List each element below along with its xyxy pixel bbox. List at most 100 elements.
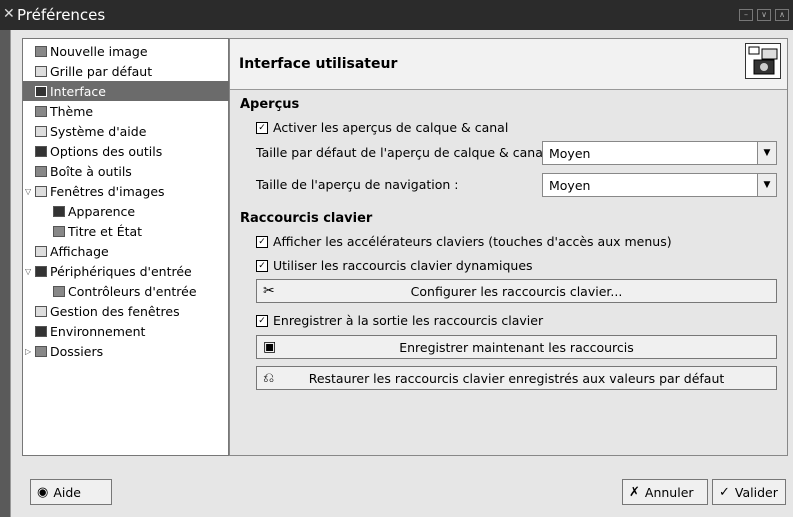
content-panel: Interface utilisateur Aperçus ✓ Activer …	[229, 38, 788, 456]
dynamic-shortcuts-checkbox[interactable]: ✓ Utiliser les raccourcis clavier dynami…	[256, 258, 533, 273]
layer-preview-size-combo[interactable]: Moyen ▼	[542, 141, 777, 165]
show-accelerators-label: Afficher les accélérateurs claviers (tou…	[273, 234, 672, 249]
tree-item-label: Gestion des fenêtres	[50, 303, 180, 319]
new-image-icon	[35, 45, 47, 57]
configure-shortcuts-label: Configurer les raccourcis clavier...	[410, 284, 623, 299]
layer-preview-size-label: Taille par défaut de l'aperçu de calque …	[256, 145, 555, 160]
tree-item-label: Thème	[50, 103, 94, 119]
tree-item[interactable]: Boîte à outils	[23, 161, 240, 181]
tree-item-label: Dossiers	[50, 343, 104, 359]
nav-preview-size-combo[interactable]: Moyen ▼	[542, 173, 777, 197]
close-icon[interactable]: ✕	[3, 6, 15, 22]
dynamic-shortcuts-label: Utiliser les raccourcis clavier dynamiqu…	[273, 258, 533, 273]
show-accelerators-checkbox[interactable]: ✓ Afficher les accélérateurs claviers (t…	[256, 234, 672, 249]
tree-item-label: Périphériques d'entrée	[50, 263, 192, 279]
cancel-button-label: Annuler	[644, 484, 694, 500]
shade-icon[interactable]: –	[739, 9, 753, 21]
tree-item-label: Système d'aide	[50, 123, 147, 139]
checkbox-activate-previews[interactable]: ✓	[256, 121, 268, 134]
ok-button[interactable]: ✓ Valider	[712, 479, 786, 505]
tree-item[interactable]: Gestion des fenêtres	[23, 301, 240, 321]
tree-item[interactable]: Système d'aide	[23, 121, 240, 141]
grid-icon	[35, 65, 47, 77]
maximize-icon[interactable]: ∧	[775, 9, 789, 21]
toolbox-icon	[35, 165, 47, 177]
activate-previews-label: Activer les aperçus de calque & canal	[273, 120, 509, 135]
shortcuts-section-title: Raccourcis clavier	[240, 211, 373, 226]
input-controllers-icon	[53, 285, 65, 297]
activate-previews-checkbox[interactable]: ✓ Activer les aperçus de calque & canal	[256, 120, 508, 135]
tree-item[interactable]: Nouvelle image	[23, 41, 240, 61]
tree-item[interactable]: Options des outils	[23, 141, 240, 161]
checkbox-save-on-exit[interactable]: ✓	[256, 314, 268, 327]
input-devices-icon	[35, 265, 47, 277]
panel-header: Interface utilisateur	[230, 39, 787, 90]
collapse-arrow-icon[interactable]: ▽	[25, 187, 35, 196]
save-now-label: Enregistrer maintenant les raccourcis	[399, 340, 634, 355]
category-tree: Nouvelle image Grille par défaut Interface…	[22, 38, 240, 456]
tree-item-label: Fenêtres d'images	[50, 183, 165, 199]
layer-preview-size-value: Moyen	[549, 146, 591, 161]
previews-section-title: Aperçus	[240, 97, 300, 112]
tree-item[interactable]: Environnement	[23, 321, 240, 341]
expand-arrow-icon[interactable]: ▷	[25, 347, 35, 356]
environment-icon	[35, 325, 47, 337]
tree-item-label: Nouvelle image	[50, 43, 148, 59]
folders-icon	[35, 345, 47, 357]
tree-item[interactable]: ▽ Fenêtres d'images	[23, 181, 230, 201]
interface-header-icon	[745, 43, 781, 79]
window-management-icon	[35, 305, 47, 317]
restore-defaults-button[interactable]: ⎌ Restaurer les raccourcis clavier enreg…	[256, 366, 777, 390]
window-controls: – ∨ ∧	[739, 9, 789, 21]
help-icon: ◉	[37, 484, 49, 500]
image-windows-icon	[35, 185, 47, 197]
title-status-icon	[53, 225, 65, 237]
appearance-icon	[53, 205, 65, 217]
dropdown-arrow-icon[interactable]: ▼	[757, 142, 776, 164]
tree-item-label: Interface	[50, 83, 106, 99]
tree-item-label: Apparence	[68, 203, 136, 219]
help-system-icon	[35, 125, 47, 137]
collapse-arrow-icon[interactable]: ▽	[25, 267, 35, 276]
help-button-label: Aide	[53, 484, 81, 500]
configure-shortcuts-button[interactable]: ✂ Configurer les raccourcis clavier...	[256, 279, 777, 303]
tree-item[interactable]: Thème	[23, 101, 240, 121]
tree-item[interactable]: Interface	[23, 81, 240, 101]
tree-item[interactable]: Grille par défaut	[23, 61, 240, 81]
checkbox-show-accelerators[interactable]: ✓	[256, 235, 268, 248]
checkbox-dynamic-shortcuts[interactable]: ✓	[256, 259, 268, 272]
tree-item[interactable]: Apparence	[23, 201, 258, 221]
restore-defaults-label: Restaurer les raccourcis clavier enregis…	[308, 371, 725, 386]
tree-item-label: Affichage	[50, 243, 109, 259]
interface-icon	[35, 85, 47, 97]
tool-options-icon	[35, 145, 47, 157]
window-title: Préférences	[17, 6, 106, 24]
save-now-button[interactable]: ▣ Enregistrer maintenant les raccourcis	[256, 335, 777, 359]
tree-item[interactable]: Titre et État	[23, 221, 258, 241]
tree-item[interactable]: Affichage	[23, 241, 240, 261]
tree-item[interactable]: Contrôleurs d'entrée	[23, 281, 258, 301]
display-icon	[35, 245, 47, 257]
tree-item[interactable]: ▽ Périphériques d'entrée	[23, 261, 230, 281]
theme-icon	[35, 105, 47, 117]
help-button[interactable]: ◉ Aide	[30, 479, 112, 505]
dropdown-arrow-icon[interactable]: ▼	[757, 174, 776, 196]
dialog-body: Nouvelle image Grille par défaut Interface…	[10, 30, 793, 517]
tree-item-label: Titre et État	[68, 223, 143, 239]
cancel-button[interactable]: ✗ Annuler	[622, 479, 708, 505]
tree-item[interactable]: ▷ Dossiers	[23, 341, 230, 361]
nav-preview-size-label: Taille de l'aperçu de navigation :	[256, 177, 459, 192]
minimize-icon[interactable]: ∨	[757, 9, 771, 21]
tree-item-label: Boîte à outils	[50, 163, 132, 179]
tree-item-label: Environnement	[50, 323, 146, 339]
tree-item-label: Grille par défaut	[50, 63, 153, 79]
tree-item-label: Options des outils	[50, 143, 163, 159]
save-on-exit-label: Enregistrer à la sortie les raccourcis c…	[273, 313, 544, 328]
save-on-exit-checkbox[interactable]: ✓ Enregistrer à la sortie les raccourcis…	[256, 313, 543, 328]
panel-title: Interface utilisateur	[239, 56, 398, 72]
ok-button-label: Valider	[734, 484, 778, 500]
title-bar: ✕ Préférences – ∨ ∧	[0, 0, 793, 30]
tree-item-label: Contrôleurs d'entrée	[68, 283, 197, 299]
ok-icon: ✓	[719, 484, 730, 500]
cancel-icon: ✗	[629, 484, 640, 500]
